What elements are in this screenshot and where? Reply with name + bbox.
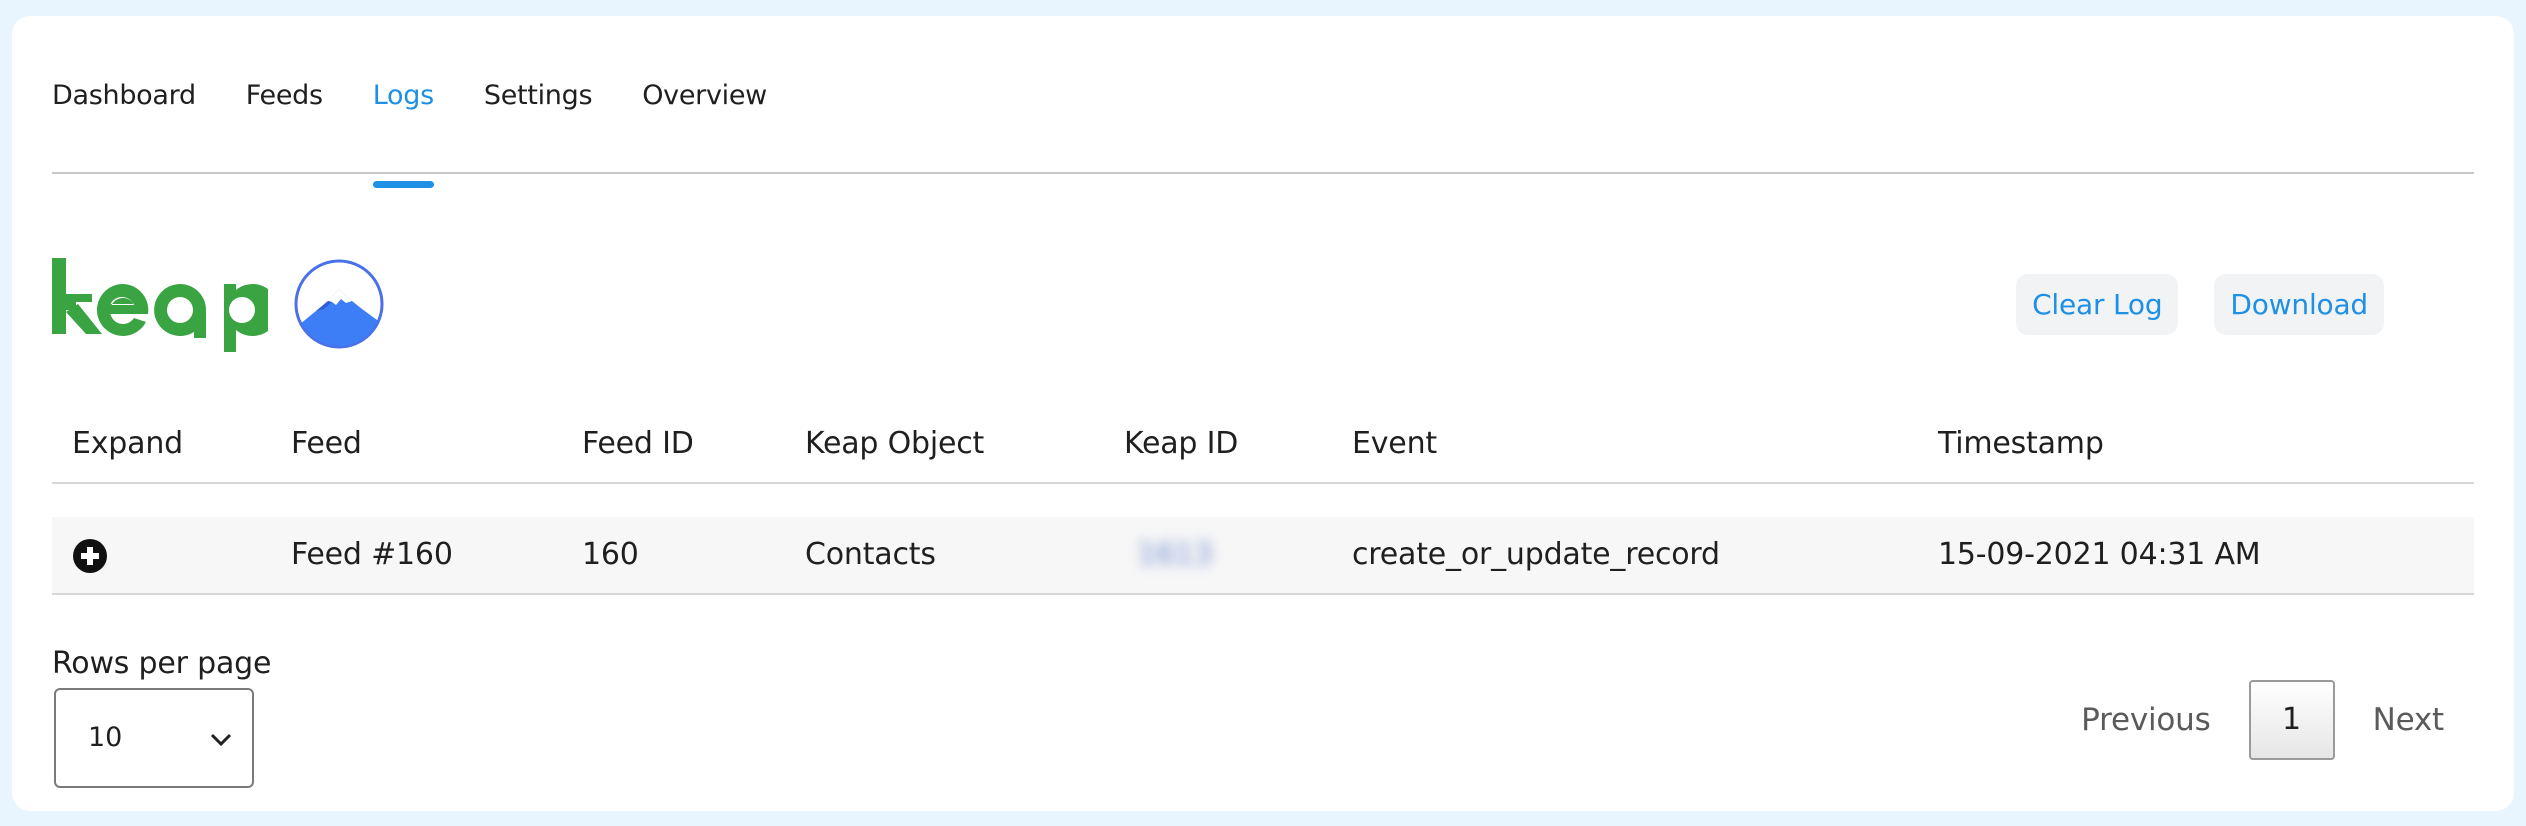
tab-dashboard[interactable]: Dashboard <box>52 76 196 116</box>
cell-keap-object: Contacts <box>805 537 936 572</box>
cell-event: create_or_update_record <box>1352 537 1720 572</box>
page-number-button[interactable]: 1 <box>2248 680 2335 760</box>
table-header: Expand Feed Feed ID Keap Object Keap ID … <box>52 414 2474 484</box>
download-button[interactable]: Download <box>2214 274 2384 335</box>
keap-logo <box>52 256 268 356</box>
table-row: Feed #160 160 Contacts 1613 create_or_up… <box>52 517 2474 595</box>
tab-divider <box>52 172 2474 174</box>
col-expand: Expand <box>72 426 183 461</box>
plus-circle-icon[interactable] <box>72 538 108 574</box>
col-event: Event <box>1352 426 1437 461</box>
tab-bar: Dashboard Feeds Logs Settings Overview <box>52 76 817 188</box>
tab-feeds[interactable]: Feeds <box>246 76 323 116</box>
cell-feed-id: 160 <box>582 537 639 572</box>
rows-per-page-select[interactable]: 10 <box>54 688 254 788</box>
previous-page-button[interactable]: Previous <box>2081 702 2211 738</box>
logs-table: Expand Feed Feed ID Keap Object Keap ID … <box>52 414 2474 595</box>
col-feed: Feed <box>291 426 362 461</box>
brand-header <box>52 256 384 356</box>
pagination: Previous 1 Next <box>2081 680 2444 760</box>
col-keap-id: Keap ID <box>1124 426 1239 461</box>
tab-overview[interactable]: Overview <box>642 76 767 116</box>
col-feed-id: Feed ID <box>582 426 694 461</box>
rows-per-page-value: 10 <box>88 722 123 753</box>
cell-timestamp: 15-09-2021 04:31 AM <box>1938 537 2261 572</box>
tab-settings[interactable]: Settings <box>484 76 593 116</box>
col-timestamp: Timestamp <box>1938 426 2104 461</box>
clear-log-button[interactable]: Clear Log <box>2016 274 2179 335</box>
next-page-button[interactable]: Next <box>2373 702 2445 738</box>
cell-feed: Feed #160 <box>291 537 453 572</box>
col-keap-object: Keap Object <box>805 426 985 461</box>
main-card: Dashboard Feeds Logs Settings Overview C… <box>12 16 2514 811</box>
rows-per-page-label: Rows per page <box>52 646 272 681</box>
log-actions: Clear Log Download <box>2016 274 2384 335</box>
cell-keap-id[interactable]: 1613 <box>1137 537 1213 572</box>
chevron-down-icon <box>210 732 232 751</box>
mountain-icon <box>294 259 384 353</box>
tab-logs[interactable]: Logs <box>372 76 434 188</box>
